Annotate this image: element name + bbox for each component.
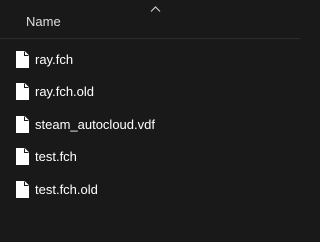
- file-icon: [16, 181, 29, 198]
- file-icon: [16, 83, 29, 100]
- file-name: ray.fch: [35, 52, 74, 67]
- header-divider: [0, 38, 300, 39]
- column-header-bar: Name: [0, 0, 300, 40]
- file-name: test.fch: [35, 149, 77, 164]
- file-name: steam_autocloud.vdf: [35, 117, 155, 132]
- list-item-file[interactable]: steam_autocloud.vdf: [6, 112, 294, 140]
- sort-ascending-icon[interactable]: [150, 5, 161, 13]
- file-icon: [16, 116, 29, 133]
- list-item-file[interactable]: ray.fch.old: [6, 79, 294, 107]
- file-name: ray.fch.old: [35, 84, 95, 99]
- file-icon: [16, 51, 29, 68]
- file-icon: [16, 148, 29, 165]
- list-item-file[interactable]: test.fch.old: [6, 177, 294, 205]
- name-column-header[interactable]: Name: [26, 14, 61, 30]
- list-item-file[interactable]: ray.fch: [6, 47, 294, 75]
- file-name: test.fch.old: [35, 182, 98, 197]
- list-item-file[interactable]: test.fch: [6, 144, 294, 172]
- file-list-pane: Name ray.fch ray.fch.old steam_autocloud…: [0, 0, 300, 242]
